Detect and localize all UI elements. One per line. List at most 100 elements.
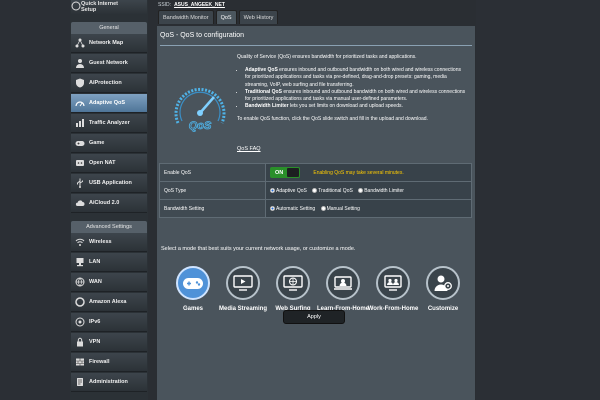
- mode-games[interactable]: Games: [165, 266, 221, 313]
- sidebar-item-game[interactable]: Game: [71, 134, 147, 153]
- radio-traditional-qos[interactable]: [312, 187, 318, 193]
- radio-label: Automatic Setting: [276, 205, 316, 212]
- radio-bandwidth-limiter[interactable]: [358, 187, 364, 193]
- sidebar-item-traffic-analyzer[interactable]: Traffic Analyzer: [71, 114, 147, 133]
- traffic-analyzer-icon: [75, 118, 85, 128]
- qis-label-line2: Setup: [81, 7, 97, 13]
- quick-setup-icon: [71, 1, 81, 13]
- sidebar-item-wan[interactable]: WAN: [71, 273, 147, 292]
- game-icon: [75, 138, 85, 148]
- media-streaming-icon: [226, 266, 260, 300]
- table-row: Enable QoS ON Enabling QoS may take seve…: [159, 163, 472, 182]
- ipv6-icon: [75, 317, 85, 327]
- sidebar-item-label: WAN: [89, 279, 102, 285]
- sidebar-item-guest-network[interactable]: Guest Network: [71, 54, 147, 73]
- qos-panel: QoS - QoS to configuration QoS Quality o…: [157, 26, 475, 400]
- open-nat-icon: [75, 158, 85, 168]
- qos-intro: Quality of Service (QoS) ensures bandwid…: [237, 54, 417, 60]
- wireless-icon: [75, 237, 85, 247]
- sidebar-item-label: AiProtection: [89, 80, 122, 86]
- apply-button[interactable]: Apply: [283, 310, 345, 324]
- sidebar-item-firewall[interactable]: Firewall: [71, 353, 147, 372]
- work-from-home-icon: [376, 266, 410, 300]
- enable-qos-toggle[interactable]: ON: [270, 167, 300, 178]
- firewall-icon: [75, 357, 85, 367]
- sidebar-item-label: Game: [89, 140, 105, 146]
- sidebar-item-lan[interactable]: LAN: [71, 253, 147, 272]
- sidebar-item-amazon-alexa[interactable]: Amazon Alexa: [71, 293, 147, 312]
- qos-type-label: QoS Type: [159, 181, 266, 200]
- mode-label: Games: [182, 306, 203, 312]
- sidebar-item-label: Amazon Alexa: [89, 299, 127, 305]
- sidebar-item-aiprotection[interactable]: AiProtection: [71, 74, 147, 93]
- mode-label: Customize: [427, 306, 459, 312]
- enable-qos-label: Enable QoS: [159, 163, 266, 182]
- sidebar-item-label: Adaptive QoS: [89, 100, 126, 106]
- learn-from-home-icon: [326, 266, 360, 300]
- bullet-text: lets you set limits on download and uplo…: [288, 103, 403, 110]
- radio-adaptive-qos[interactable]: [270, 187, 275, 193]
- bullet-title: Bandwidth Limiter: [245, 103, 289, 110]
- list-item: Bandwidth Limiter lets you set limits on…: [245, 103, 467, 110]
- sidebar-advanced-header: Advanced Settings: [71, 221, 147, 233]
- aicloud-icon: [75, 198, 85, 208]
- radio-label: Manual Setting: [326, 205, 360, 212]
- radio-label: Bandwidth Limiter: [364, 187, 404, 194]
- bullet-text: ensures inbound and outbound bandwidth o…: [245, 67, 461, 88]
- radio-label: Traditional QoS: [318, 187, 353, 194]
- left-gutter: [0, 0, 70, 400]
- sidebar-item-quick-internet-setup[interactable]: Quick Internet Setup: [71, 0, 147, 14]
- qos-type-options: Adaptive QoS Traditional QoS Bandwidth L…: [265, 181, 472, 200]
- tab-bandwidth-monitor[interactable]: Bandwidth Monitor: [158, 10, 214, 24]
- mode-prompt: Select a mode that best suits your curre…: [161, 246, 356, 252]
- customize-icon: [426, 266, 460, 300]
- qos-faq-link[interactable]: QoS FAQ: [237, 146, 261, 152]
- toggle-knob: [287, 168, 299, 177]
- mode-learn-from-home[interactable]: Learn-From-Home: [315, 266, 371, 313]
- web-surfing-icon: [276, 266, 310, 300]
- radio-manual-setting[interactable]: [320, 205, 326, 211]
- aiprotection-icon: [75, 78, 85, 88]
- sidebar: Quick Internet Setup General Network Map…: [70, 0, 148, 400]
- sidebar-item-vpn[interactable]: VPN: [71, 333, 147, 352]
- tab-qos[interactable]: QoS: [215, 10, 237, 24]
- sidebar-item-adaptive-qos[interactable]: Adaptive QoS: [71, 94, 147, 113]
- sidebar-item-wireless[interactable]: Wireless: [71, 233, 147, 252]
- ssid-label: SSID:: [158, 2, 172, 8]
- gamepad-icon: [176, 266, 210, 300]
- mode-web-surfing[interactable]: Web Surfing: [265, 266, 321, 313]
- alexa-icon: [75, 297, 85, 307]
- sidebar-item-network-map[interactable]: Network Map: [71, 34, 147, 53]
- lan-icon: [75, 257, 85, 267]
- right-gutter: [476, 0, 600, 400]
- sidebar-item-label: AiCloud 2.0: [89, 200, 120, 206]
- mode-media-streaming[interactable]: Media Streaming: [215, 266, 271, 313]
- page-title: QoS - QoS to configuration: [160, 32, 245, 39]
- tab-bar: Bandwidth Monitor QoS Web History: [158, 10, 279, 26]
- sidebar-item-label: VPN: [89, 339, 101, 345]
- sidebar-item-usb-application[interactable]: USB Application: [71, 174, 147, 193]
- sidebar-item-administration[interactable]: Administration: [71, 373, 147, 392]
- bullet-title: Traditional QoS: [245, 88, 282, 95]
- sidebar-item-label: Wireless: [89, 239, 112, 245]
- sidebar-item-label: Guest Network: [89, 60, 128, 66]
- sidebar-general-header: General: [71, 22, 147, 34]
- enable-qos-cell: ON Enabling QoS may take several minutes…: [265, 163, 472, 182]
- bandwidth-setting-label: Bandwidth Setting: [159, 199, 266, 218]
- mode-work-from-home[interactable]: Work-From-Home: [365, 266, 421, 313]
- divider: [160, 45, 472, 46]
- sidebar-item-ipv6[interactable]: IPv6: [71, 313, 147, 332]
- mode-label: Work-From-Home: [367, 306, 419, 312]
- sidebar-item-open-nat[interactable]: Open NAT: [71, 154, 147, 173]
- tab-web-history[interactable]: Web History: [238, 10, 279, 24]
- qos-bullets: Adaptive QoS ensures inbound and outboun…: [245, 67, 467, 110]
- ssid-bar: SSID: ASUS_ANGEEK_NET: [158, 0, 458, 10]
- table-row: QoS Type Adaptive QoS Traditional QoS Ba…: [159, 181, 472, 200]
- mode-customize[interactable]: Customize: [415, 266, 471, 313]
- radio-automatic-setting[interactable]: [270, 205, 275, 211]
- sidebar-item-aicloud[interactable]: AiCloud 2.0: [71, 194, 147, 213]
- gauge-text: QoS: [189, 120, 212, 132]
- sidebar-item-label: Administration: [89, 379, 128, 385]
- ssid-value[interactable]: ASUS_ANGEEK_NET: [174, 2, 225, 8]
- wan-icon: [75, 277, 85, 287]
